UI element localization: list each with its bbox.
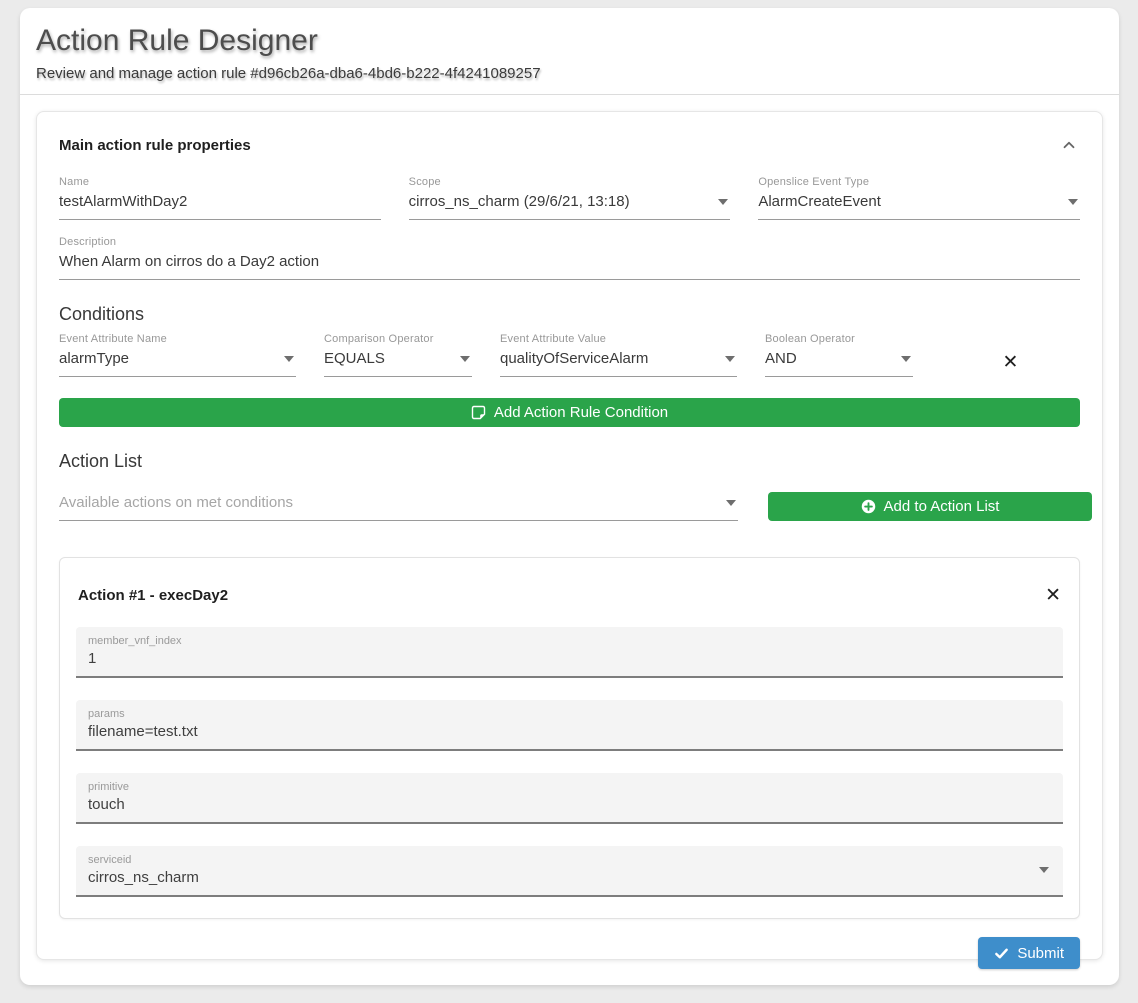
page-subtitle: Review and manage action rule #d96cb26a-… [36,65,1103,82]
primitive-label: primitive [88,781,129,793]
scope-select-label: Scope [409,176,731,188]
add-to-action-list-button-label: Add to Action List [884,498,1000,515]
member-vnf-index-label: member_vnf_index [88,635,182,647]
action-card-title: Action #1 - execDay2 [78,587,228,604]
primitive-field[interactable]: primitive touch [76,773,1063,824]
main-properties-title: Main action rule properties [59,137,251,154]
dropdown-caret-icon [725,356,735,362]
boolean-operator-value: AND [765,350,797,367]
event-attribute-name-label: Event Attribute Name [59,333,296,345]
add-condition-button[interactable]: Add Action Rule Condition [59,398,1080,427]
serviceid-label: serviceid [88,854,199,866]
main-properties-header: Main action rule properties [59,134,1080,156]
submit-row: Submit [59,937,1080,969]
remove-action-button[interactable]: ✕ [1045,586,1061,605]
dropdown-caret-icon [726,500,736,506]
dropdown-caret-icon [460,356,470,362]
description-field-label: Description [59,236,1080,248]
name-field[interactable]: Name testAlarmWithDay2 [59,176,381,220]
scope-select-value: cirros_ns_charm (29/6/21, 13:18) [409,193,630,210]
action-select-row: Available actions on met conditions Add … [59,482,1080,521]
plus-circle-icon [861,499,876,514]
page-header: Action Rule Designer Review and manage a… [20,8,1119,95]
params-label: params [88,708,198,720]
available-actions-placeholder: Available actions on met conditions [59,494,293,511]
collapse-panel-button[interactable] [1058,134,1080,156]
name-field-value: testAlarmWithDay2 [59,193,187,210]
dropdown-caret-icon [284,356,294,362]
close-icon: ✕ [1003,352,1019,373]
event-attribute-value-label: Event Attribute Value [500,333,737,345]
action-card-header: Action #1 - execDay2 ✕ [76,575,1063,605]
params-field[interactable]: params filename=test.txt [76,700,1063,751]
remove-condition-button[interactable]: ✕ [1003,353,1019,372]
chevron-up-icon [1060,142,1078,157]
page-title: Action Rule Designer [36,24,1103,58]
submit-button-label: Submit [1017,945,1064,962]
boolean-operator-select[interactable]: Boolean Operator AND [765,333,913,377]
serviceid-value: cirros_ns_charm [88,869,199,886]
description-field-value: When Alarm on cirros do a Day2 action [59,253,319,270]
event-attribute-value-select[interactable]: Event Attribute Value qualityOfServiceAl… [500,333,737,377]
primitive-value: touch [88,796,129,813]
dropdown-caret-icon [1039,867,1049,873]
event-type-select-value: AlarmCreateEvent [758,193,881,210]
boolean-operator-label: Boolean Operator [765,333,913,345]
comparison-operator-value: EQUALS [324,350,385,367]
action-card: Action #1 - execDay2 ✕ member_vnf_index … [59,557,1080,919]
member-vnf-index-value: 1 [88,650,182,667]
member-vnf-index-field[interactable]: member_vnf_index 1 [76,627,1063,678]
dropdown-caret-icon [718,199,728,205]
close-icon: ✕ [1045,585,1061,606]
event-type-select[interactable]: Openslice Event Type AlarmCreateEvent [758,176,1080,220]
dropdown-caret-icon [901,356,911,362]
main-properties-card: Main action rule properties Name testAla… [36,111,1103,960]
event-type-select-label: Openslice Event Type [758,176,1080,188]
check-icon [994,946,1009,961]
note-icon [471,405,486,420]
submit-button[interactable]: Submit [978,937,1080,969]
description-field[interactable]: Description When Alarm on cirros do a Da… [59,236,1080,280]
action-rule-designer-panel: Action Rule Designer Review and manage a… [20,8,1119,985]
event-attribute-name-select[interactable]: Event Attribute Name alarmType [59,333,296,377]
action-list-heading: Action List [59,451,1080,472]
add-to-action-list-button[interactable]: Add to Action List [768,492,1092,521]
params-value: filename=test.txt [88,723,198,740]
condition-row: Event Attribute Name alarmType Compariso… [59,333,1080,377]
add-condition-button-label: Add Action Rule Condition [494,404,668,421]
page-content: Main action rule properties Name testAla… [20,95,1119,976]
event-attribute-value-value: qualityOfServiceAlarm [500,350,648,367]
name-field-label: Name [59,176,381,188]
dropdown-caret-icon [1068,199,1078,205]
event-attribute-name-value: alarmType [59,350,129,367]
main-fields-row: Name testAlarmWithDay2 Scope cirros_ns_c… [59,176,1080,220]
comparison-operator-label: Comparison Operator [324,333,472,345]
serviceid-select[interactable]: serviceid cirros_ns_charm [76,846,1063,897]
available-actions-select[interactable]: Available actions on met conditions [59,482,738,521]
conditions-heading: Conditions [59,304,1080,325]
scope-select[interactable]: Scope cirros_ns_charm (29/6/21, 13:18) [409,176,731,220]
comparison-operator-select[interactable]: Comparison Operator EQUALS [324,333,472,377]
